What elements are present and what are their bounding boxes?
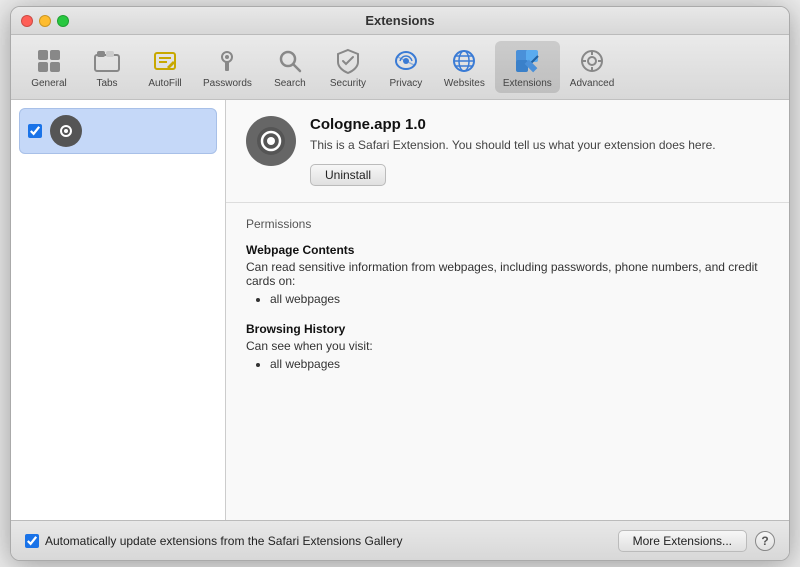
extensions-label: Extensions [503, 78, 552, 89]
close-button[interactable] [21, 15, 33, 27]
browsing-history-desc: Can see when you visit: [246, 339, 769, 353]
toolbar-item-security[interactable]: Security [320, 41, 376, 93]
permissions-section: Permissions Webpage Contents Can read se… [226, 203, 789, 401]
privacy-label: Privacy [390, 78, 423, 89]
permission-group-webpage-contents: Webpage Contents Can read sensitive info… [246, 243, 769, 306]
advanced-label: Advanced [570, 78, 614, 89]
minimize-button[interactable] [39, 15, 51, 27]
general-label: General [31, 78, 67, 89]
permission-group-browsing-history: Browsing History Can see when you visit:… [246, 322, 769, 371]
title-bar: Extensions [11, 7, 789, 35]
webpage-contents-item: all webpages [270, 292, 769, 306]
tabs-label: Tabs [96, 78, 117, 89]
auto-update-label: Automatically update extensions from the… [45, 534, 403, 548]
toolbar-item-tabs[interactable]: Tabs [79, 41, 135, 93]
extensions-icon [511, 45, 543, 77]
toolbar-item-advanced[interactable]: Advanced [562, 41, 622, 93]
webpage-contents-desc: Can read sensitive information from webp… [246, 260, 769, 288]
advanced-icon [576, 45, 608, 77]
extension-description: This is a Safari Extension. You should t… [310, 137, 769, 154]
sidebar [11, 100, 226, 520]
browsing-history-list: all webpages [246, 357, 769, 371]
passwords-icon [211, 45, 243, 77]
tabs-icon [91, 45, 123, 77]
window-title: Extensions [365, 13, 434, 28]
search-icon [274, 45, 306, 77]
toolbar-item-autofill[interactable]: AutoFill [137, 41, 193, 93]
maximize-button[interactable] [57, 15, 69, 27]
auto-update-checkbox[interactable] [25, 534, 39, 548]
toolbar: General Tabs Au [11, 35, 789, 100]
preferences-window: Extensions General [10, 6, 790, 561]
footer-right: More Extensions... ? [618, 530, 775, 552]
webpage-contents-title: Webpage Contents [246, 243, 769, 257]
detail-info: Cologne.app 1.0 This is a Safari Extensi… [310, 116, 769, 186]
footer: Automatically update extensions from the… [11, 520, 789, 560]
detail-panel: Cologne.app 1.0 This is a Safari Extensi… [226, 100, 789, 520]
detail-extension-icon [246, 116, 296, 166]
extension-item-icon [50, 115, 82, 147]
extension-list-item[interactable] [19, 108, 217, 154]
content-area: Cologne.app 1.0 This is a Safari Extensi… [11, 100, 789, 520]
toolbar-item-passwords[interactable]: Passwords [195, 41, 260, 93]
detail-header: Cologne.app 1.0 This is a Safari Extensi… [226, 100, 789, 203]
security-label: Security [330, 78, 366, 89]
permissions-title: Permissions [246, 217, 769, 231]
websites-label: Websites [444, 78, 485, 89]
footer-left: Automatically update extensions from the… [25, 534, 403, 548]
security-icon [332, 45, 364, 77]
uninstall-button[interactable]: Uninstall [310, 164, 386, 186]
more-extensions-button[interactable]: More Extensions... [618, 530, 747, 552]
extension-checkbox[interactable] [28, 124, 42, 138]
browsing-history-item: all webpages [270, 357, 769, 371]
extension-name: Cologne.app 1.0 [310, 116, 769, 133]
webpage-contents-list: all webpages [246, 292, 769, 306]
search-label: Search [274, 78, 306, 89]
title-bar-buttons [21, 15, 69, 27]
toolbar-item-privacy[interactable]: Privacy [378, 41, 434, 93]
help-button[interactable]: ? [755, 531, 775, 551]
autofill-icon [149, 45, 181, 77]
toolbar-item-general[interactable]: General [21, 41, 77, 93]
websites-icon [448, 45, 480, 77]
general-icon [33, 45, 65, 77]
privacy-icon [390, 45, 422, 77]
passwords-label: Passwords [203, 78, 252, 89]
autofill-label: AutoFill [148, 78, 181, 89]
toolbar-item-search[interactable]: Search [262, 41, 318, 93]
toolbar-item-websites[interactable]: Websites [436, 41, 493, 93]
browsing-history-title: Browsing History [246, 322, 769, 336]
toolbar-item-extensions[interactable]: Extensions [495, 41, 560, 93]
